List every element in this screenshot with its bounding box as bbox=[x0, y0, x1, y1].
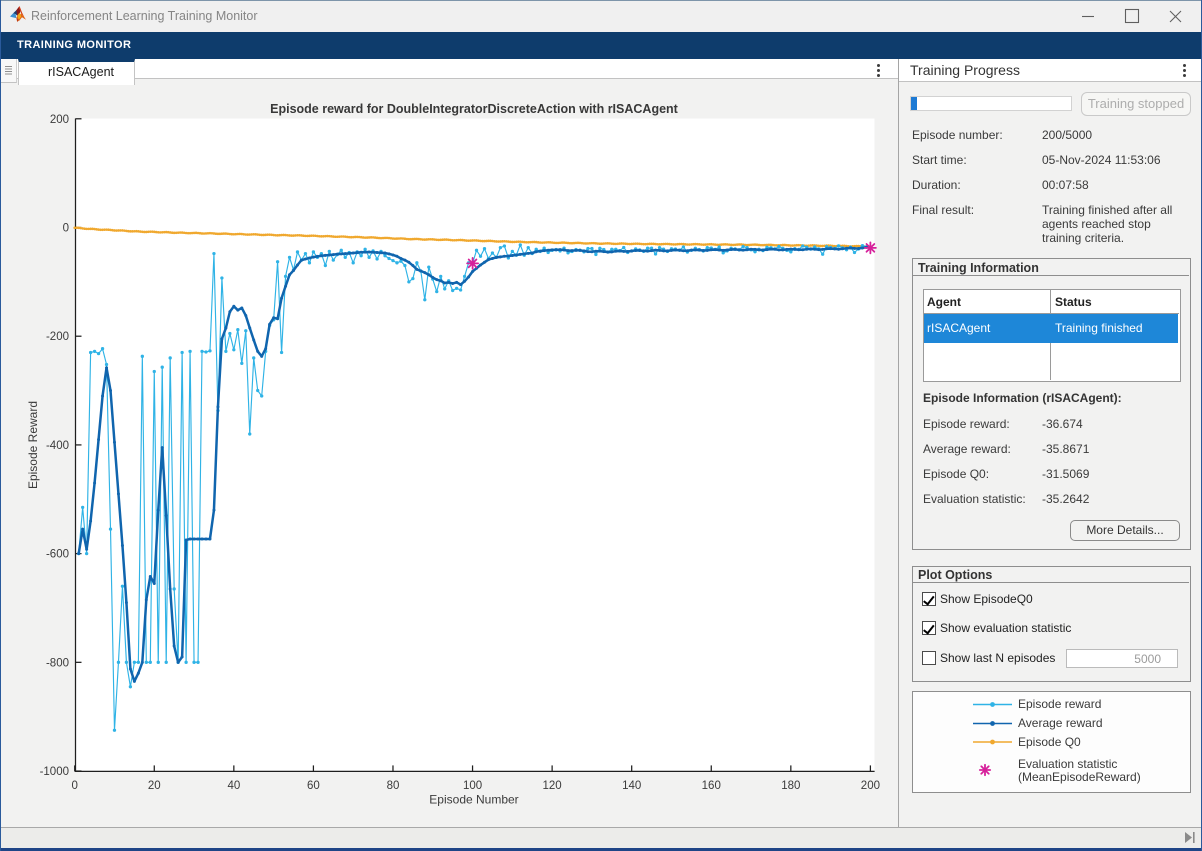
svg-text:0: 0 bbox=[63, 223, 69, 235]
svg-text:0: 0 bbox=[71, 780, 77, 792]
svg-text:200: 200 bbox=[861, 780, 880, 792]
svg-text:120: 120 bbox=[543, 780, 562, 792]
svg-text:140: 140 bbox=[622, 780, 641, 792]
svg-text:20: 20 bbox=[148, 780, 161, 792]
svg-text:80: 80 bbox=[387, 780, 400, 792]
svg-text:Episode reward for DoubleInteg: Episode reward for DoubleIntegratorDiscr… bbox=[270, 102, 679, 116]
svg-text:-400: -400 bbox=[46, 440, 69, 452]
svg-text:Episode Number: Episode Number bbox=[429, 793, 518, 807]
svg-text:Episode Reward: Episode Reward bbox=[26, 401, 40, 489]
svg-text:-600: -600 bbox=[46, 549, 69, 561]
svg-text:40: 40 bbox=[227, 780, 240, 792]
svg-text:100: 100 bbox=[463, 780, 482, 792]
svg-text:160: 160 bbox=[702, 780, 721, 792]
svg-text:-1000: -1000 bbox=[40, 766, 69, 778]
svg-text:180: 180 bbox=[781, 780, 800, 792]
svg-text:60: 60 bbox=[307, 780, 320, 792]
svg-text:-800: -800 bbox=[46, 657, 69, 669]
svg-text:200: 200 bbox=[50, 114, 69, 126]
svg-text:-200: -200 bbox=[46, 331, 69, 343]
